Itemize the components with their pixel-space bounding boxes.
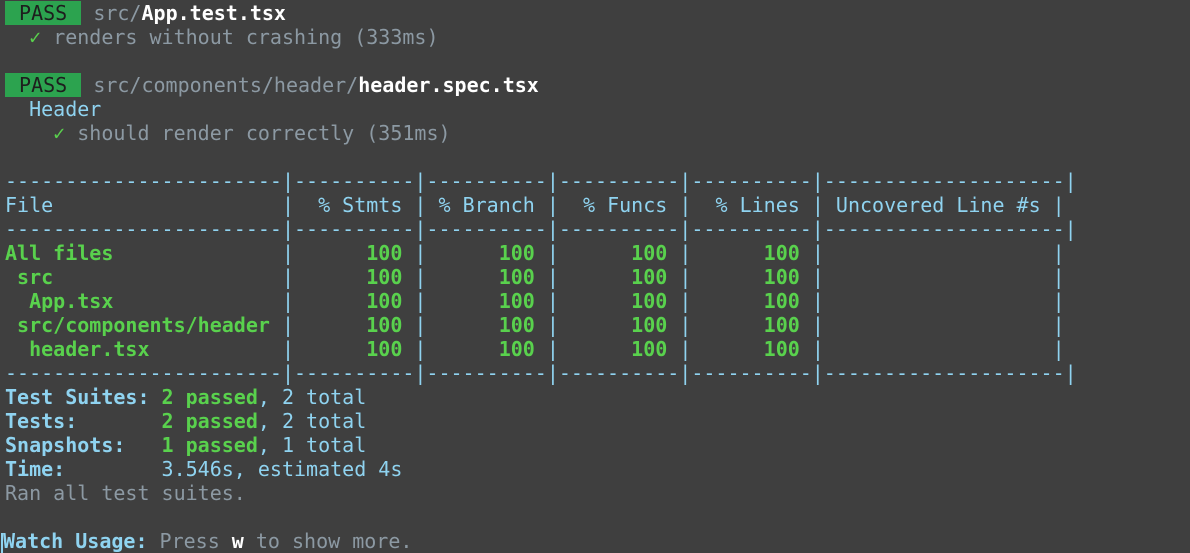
summary-passed: 2 passed [161, 385, 258, 409]
suite-path-prefix: src/ [93, 1, 142, 25]
summary-label: Tests: [5, 409, 78, 433]
checkmark-icon: ✓ [29, 25, 42, 49]
row-lines: 100 [691, 265, 812, 289]
col-stmts: % Stmts [294, 193, 415, 217]
col-branch: % Branch [426, 193, 547, 217]
row-file: header.tsx [5, 337, 282, 361]
coverage-border-top: -----------------------|----------|-----… [5, 169, 1077, 193]
table-row: header.tsx | 100 | 100 | 100 | 100 | | [5, 337, 1065, 361]
summary-time: Time: 3.546s, estimated 4s [5, 457, 402, 481]
terminal-window[interactable]: PASS src/App.test.tsx ✓ renders without … [0, 0, 1190, 553]
row-stmts: 100 [294, 265, 415, 289]
table-row: App.tsx | 100 | 100 | 100 | 100 | | [5, 289, 1065, 313]
row-file: src [5, 265, 282, 289]
suite-file-name: header.spec.tsx [358, 73, 539, 97]
suite1-test-result: ✓ renders without crashing (333ms) [5, 25, 439, 49]
watch-usage-label: Watch Usage: [3, 529, 148, 553]
col-lines: % Lines [691, 193, 812, 217]
coverage-border-bottom: -----------------------|----------|-----… [5, 361, 1077, 385]
summary-label: Snapshots: [5, 433, 126, 457]
col-funcs: % Funcs [558, 193, 680, 217]
row-lines: 100 [691, 289, 812, 313]
pass-badge: PASS [5, 73, 82, 97]
col-file: File [5, 193, 282, 217]
table-row: src/components/header | 100 | 100 | 100 … [5, 313, 1065, 337]
summary-passed: 1 passed [161, 433, 258, 457]
describe-name: Header [29, 97, 102, 121]
checkmark-icon: ✓ [53, 121, 66, 145]
summary-total: , 2 total [257, 385, 367, 409]
row-funcs: 100 [558, 241, 680, 265]
row-uncovered [824, 289, 1053, 313]
row-stmts: 100 [294, 241, 415, 265]
row-uncovered [824, 313, 1053, 337]
row-stmts: 100 [294, 313, 415, 337]
row-branch: 100 [426, 313, 547, 337]
row-funcs: 100 [558, 313, 680, 337]
ran-all-text: Ran all test suites. [5, 481, 246, 505]
suite1-header: PASS src/App.test.tsx [5, 1, 286, 25]
row-branch: 100 [426, 265, 547, 289]
row-file: App.tsx [5, 289, 282, 313]
summary-total: , 1 total [257, 433, 367, 457]
suite-file-name: App.test.tsx [141, 1, 286, 25]
summary-snapshots: Snapshots: 1 passed, 1 total [5, 433, 366, 457]
coverage-header-row: File | % Stmts | % Branch | % Funcs | % … [5, 193, 1065, 217]
row-file: src/components/header [5, 313, 282, 337]
row-branch: 100 [426, 289, 547, 313]
row-funcs: 100 [558, 289, 680, 313]
table-row: src | 100 | 100 | 100 | 100 | | [5, 265, 1065, 289]
row-uncovered [824, 337, 1053, 361]
watch-key[interactable]: w [232, 529, 244, 553]
suite-path-prefix: src/components/header/ [93, 73, 359, 97]
row-lines: 100 [691, 337, 812, 361]
test-name: should render correctly (351ms) [77, 121, 451, 145]
summary-tests: Tests: 2 passed, 2 total [5, 409, 366, 433]
row-lines: 100 [691, 313, 812, 337]
describe-block: Header [5, 97, 101, 121]
coverage-border-mid: -----------------------|----------|-----… [5, 217, 1077, 241]
row-funcs: 100 [558, 265, 680, 289]
summary-passed: 2 passed [161, 409, 258, 433]
test-name: renders without crashing (333ms) [53, 25, 439, 49]
row-uncovered [824, 265, 1053, 289]
summary-time-value: 3.546s, estimated 4s [161, 457, 403, 481]
row-lines: 100 [691, 241, 812, 265]
row-stmts: 100 [294, 337, 415, 361]
row-branch: 100 [426, 241, 547, 265]
col-uncovered: Uncovered Line #s [823, 193, 1053, 217]
row-file: All files [5, 241, 282, 265]
summary-suites: Test Suites: 2 passed, 2 total [5, 385, 366, 409]
table-row: All files | 100 | 100 | 100 | 100 | | [5, 241, 1065, 265]
row-branch: 100 [426, 337, 547, 361]
row-uncovered [824, 241, 1053, 265]
suite2-test-result: ✓ should render correctly (351ms) [5, 121, 451, 145]
summary-label: Test Suites: [5, 385, 150, 409]
pass-badge: PASS [5, 1, 82, 25]
suite2-header: PASS src/components/header/header.spec.t… [5, 73, 539, 97]
watch-usage-line: Watch Usage: Press w to show more. [1, 529, 413, 553]
row-funcs: 100 [558, 337, 680, 361]
summary-label: Time: [5, 457, 66, 481]
summary-total: , 2 total [257, 409, 367, 433]
row-stmts: 100 [294, 289, 415, 313]
